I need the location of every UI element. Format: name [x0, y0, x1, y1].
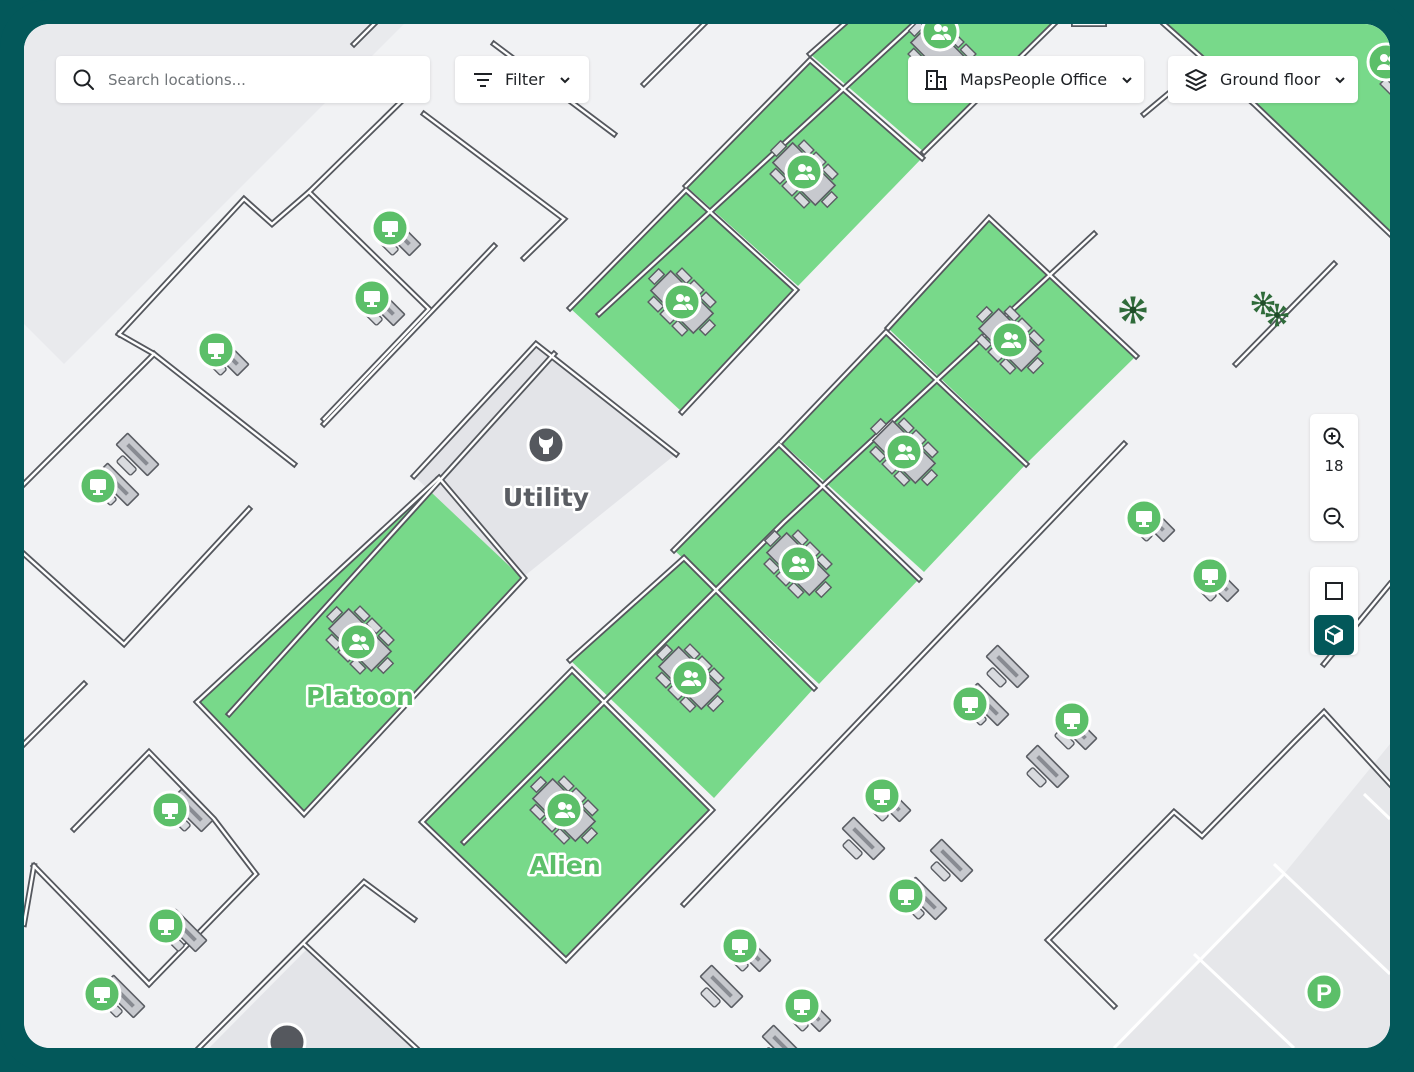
meeting-room-icon[interactable] [544, 790, 584, 830]
platoon-room-label: Platoon [306, 682, 414, 711]
workstation-icon[interactable] [782, 986, 822, 1026]
zoom-level: 18 [1324, 457, 1344, 475]
zoom-control: 18 [1310, 414, 1358, 541]
alien-room-label: Alien [529, 851, 600, 880]
workstation-icon[interactable] [1190, 556, 1230, 596]
utility-icon[interactable] [526, 425, 566, 465]
chevron-down-icon [559, 76, 570, 83]
workstation-icon[interactable] [950, 684, 990, 724]
zoom-in-icon[interactable] [1322, 426, 1346, 450]
meeting-room-icon[interactable] [920, 24, 960, 52]
view-mode-toggle [1310, 567, 1358, 655]
workstation-icon[interactable] [146, 906, 186, 946]
floor-selector[interactable]: Ground floor [1168, 56, 1358, 103]
zoom-out-icon[interactable] [1322, 506, 1346, 530]
utility-room-label: Utility [503, 483, 589, 512]
workstation-icon[interactable] [886, 876, 926, 916]
plant-icon [1251, 291, 1275, 315]
building-icon [925, 69, 947, 90]
workstation-icon[interactable] [352, 278, 392, 318]
3d-mode-icon [1325, 625, 1343, 645]
plant-icon [1119, 296, 1147, 324]
filter-icon [474, 72, 492, 87]
meeting-room-icon[interactable] [670, 658, 710, 698]
meeting-room-icon[interactable] [884, 432, 924, 472]
chevron-down-icon [1335, 76, 1345, 83]
workstation-icon[interactable] [862, 776, 902, 816]
meeting-room-icon[interactable] [1366, 42, 1390, 82]
2d-mode-icon[interactable] [1322, 579, 1346, 603]
workstation-icon[interactable] [82, 974, 122, 1014]
utility-icon[interactable] [267, 1022, 307, 1048]
floor-label: Ground floor [1220, 70, 1321, 89]
search-bar[interactable]: Search locations... [56, 56, 430, 103]
meeting-room-icon[interactable] [338, 622, 378, 662]
filter-label: Filter [505, 70, 545, 89]
floor-plan-map[interactable]: P Utility Platoon Alien [24, 24, 1390, 1048]
parking-icon[interactable]: P [1304, 972, 1344, 1012]
search-input[interactable]: Search locations... [108, 71, 246, 89]
chevron-down-icon [1122, 76, 1132, 83]
svg-text:P: P [1316, 980, 1332, 1007]
meeting-room-icon[interactable] [784, 152, 824, 192]
workstation-icon[interactable] [720, 926, 760, 966]
workstation-icon[interactable] [370, 208, 410, 248]
meeting-room-icon[interactable] [990, 320, 1030, 360]
3d-mode-button[interactable] [1314, 615, 1354, 655]
workstation-icon[interactable] [78, 466, 118, 506]
meeting-room-icon[interactable] [662, 282, 702, 322]
workstation-icon[interactable] [1124, 498, 1164, 538]
venue-selector[interactable]: MapsPeople Office [908, 56, 1144, 103]
filter-button[interactable]: Filter [455, 56, 589, 103]
map-screen[interactable]: P Utility Platoon Alien Search locations… [24, 24, 1390, 1048]
venue-label: MapsPeople Office [960, 70, 1108, 89]
search-icon [73, 69, 94, 90]
meeting-room-icon[interactable] [778, 544, 818, 584]
workstation-icon[interactable] [1052, 700, 1092, 740]
workstation-icon[interactable] [196, 330, 236, 370]
layers-icon [1185, 68, 1207, 91]
workstation-icon[interactable] [150, 790, 190, 830]
